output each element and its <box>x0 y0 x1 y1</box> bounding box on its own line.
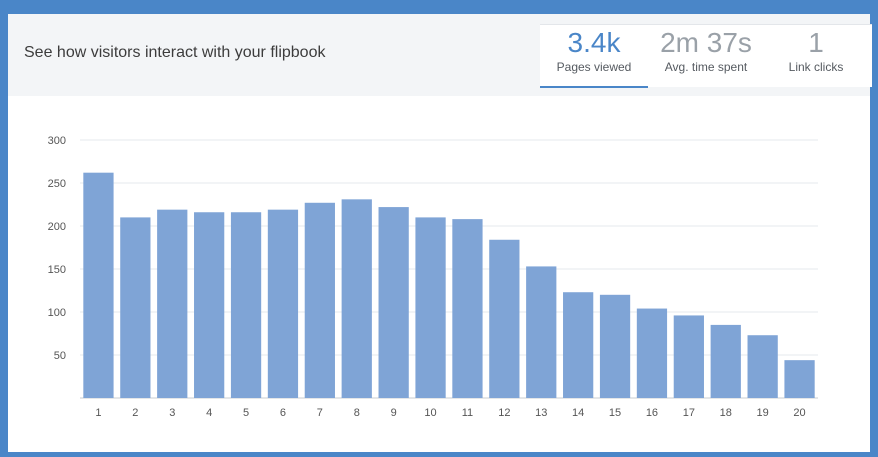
bar-page-20[interactable] <box>784 360 815 398</box>
y-tick-label: 100 <box>48 307 66 319</box>
x-tick-label: 15 <box>609 407 621 419</box>
bar-page-6[interactable] <box>267 209 299 398</box>
y-tick-label: 200 <box>48 221 66 233</box>
x-tick-label: 6 <box>280 407 286 419</box>
bar-page-4[interactable] <box>194 212 225 398</box>
card-header: See how visitors interact with your flip… <box>8 14 872 96</box>
x-tick-label: 7 <box>317 407 323 419</box>
bar-page-16[interactable] <box>636 308 668 398</box>
tab-avg-time-spent[interactable]: 2m 37s Avg. time spent <box>648 25 764 87</box>
x-tick-label: 20 <box>793 407 805 419</box>
bar-page-18[interactable] <box>710 324 741 398</box>
x-tick-label: 11 <box>462 407 473 419</box>
y-tick-label: 150 <box>48 264 66 276</box>
stats-tabs: 3.4k Pages viewed 2m 37s Avg. time spent… <box>540 24 872 88</box>
pages-viewed-label: Pages viewed <box>556 60 632 74</box>
x-tick-label: 2 <box>132 407 138 419</box>
bar-page-7[interactable] <box>304 202 335 398</box>
bar-page-14[interactable] <box>563 292 594 398</box>
x-tick-label: 12 <box>498 407 510 419</box>
bar-page-10[interactable] <box>415 217 446 398</box>
y-tick-label: 300 <box>48 135 66 147</box>
bar-page-15[interactable] <box>599 294 631 398</box>
page-title: See how visitors interact with your flip… <box>24 44 326 61</box>
x-tick-label: 19 <box>757 407 769 419</box>
y-tick-label: 250 <box>48 178 66 190</box>
avg-time-value: 2m 37s <box>660 27 752 58</box>
x-tick-label: 10 <box>424 407 436 419</box>
chart-panel: 50 100 150 200 250 300 1 2 3 4 5 6 7 8 9 10 11 12 13 14 15 16… <box>8 96 870 452</box>
tab-link-clicks[interactable]: 1 Link clicks <box>764 25 868 87</box>
x-tick-label: 18 <box>720 407 732 419</box>
bar-page-13[interactable] <box>526 266 557 398</box>
x-tick-label: 4 <box>206 407 212 419</box>
link-clicks-label: Link clicks <box>788 60 844 74</box>
x-tick-label: 1 <box>95 407 101 419</box>
bar-page-19[interactable] <box>747 335 778 398</box>
bar-page-5[interactable] <box>230 212 262 398</box>
analytics-card: See how visitors interact with your flip… <box>8 14 872 452</box>
bar-page-2[interactable] <box>120 217 151 398</box>
x-tick-label: 17 <box>683 407 695 419</box>
link-clicks-value: 1 <box>808 27 824 58</box>
pages-viewed-value: 3.4k <box>567 27 621 58</box>
bar-page-3[interactable] <box>157 209 188 398</box>
bar-page-11[interactable] <box>452 219 483 398</box>
x-tick-label: 14 <box>572 407 584 419</box>
avg-time-label: Avg. time spent <box>664 60 748 74</box>
tab-pages-viewed[interactable]: 3.4k Pages viewed <box>540 25 648 88</box>
bar-page-1[interactable] <box>83 172 114 398</box>
bar-page-17[interactable] <box>673 315 704 398</box>
bar-page-9[interactable] <box>378 207 409 398</box>
x-tick-label: 16 <box>646 407 658 419</box>
x-tick-label: 13 <box>535 407 547 419</box>
x-tick-label: 3 <box>169 407 175 419</box>
bar-page-12[interactable] <box>489 239 520 398</box>
x-tick-label: 5 <box>243 407 249 419</box>
bar-page-8[interactable] <box>341 199 372 398</box>
pages-viewed-bar-chart: 501001502002503001 2 3 4 5 6 7 8 9 10 11 12 13 14 15 16… <box>48 135 818 419</box>
x-tick-label: 9 <box>391 407 397 419</box>
y-tick-label: 50 <box>54 350 66 362</box>
x-tick-label: 8 <box>354 407 360 419</box>
